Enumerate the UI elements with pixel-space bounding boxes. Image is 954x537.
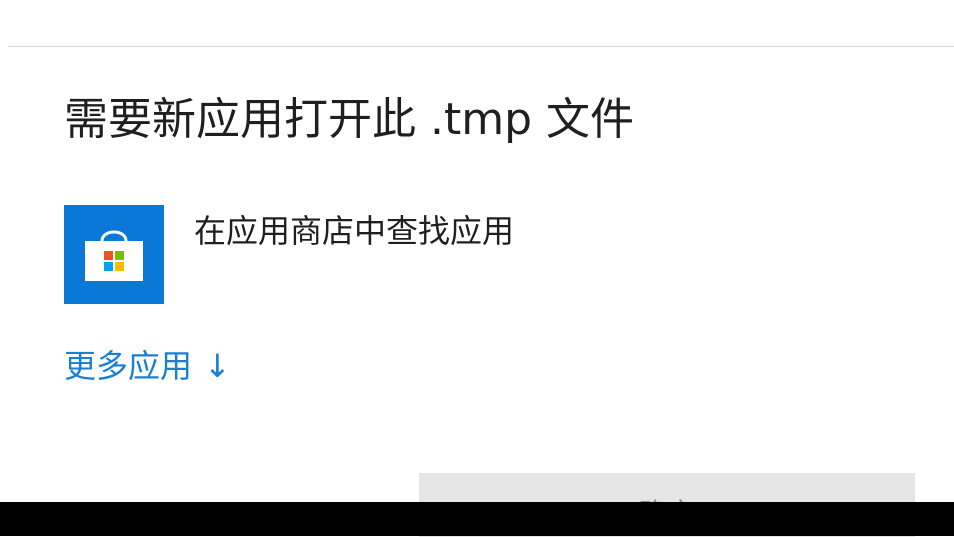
microsoft-store-icon xyxy=(64,205,164,304)
bottom-black-bar xyxy=(0,502,954,536)
more-apps-label: 更多应用 xyxy=(64,347,193,385)
top-divider xyxy=(8,46,954,47)
dialog-title: 需要新应用打开此 .tmp 文件 xyxy=(64,94,635,145)
arrow-down-icon: ↓ xyxy=(204,347,231,385)
find-app-in-store-option[interactable]: 在应用商店中查找应用 xyxy=(64,205,664,305)
open-with-dialog: 需要新应用打开此 .tmp 文件 在应用商店中查找应用 更多应用 ↓ xyxy=(0,0,954,502)
more-apps-link[interactable]: 更多应用 ↓ xyxy=(64,344,231,388)
find-app-in-store-label: 在应用商店中查找应用 xyxy=(194,212,515,250)
